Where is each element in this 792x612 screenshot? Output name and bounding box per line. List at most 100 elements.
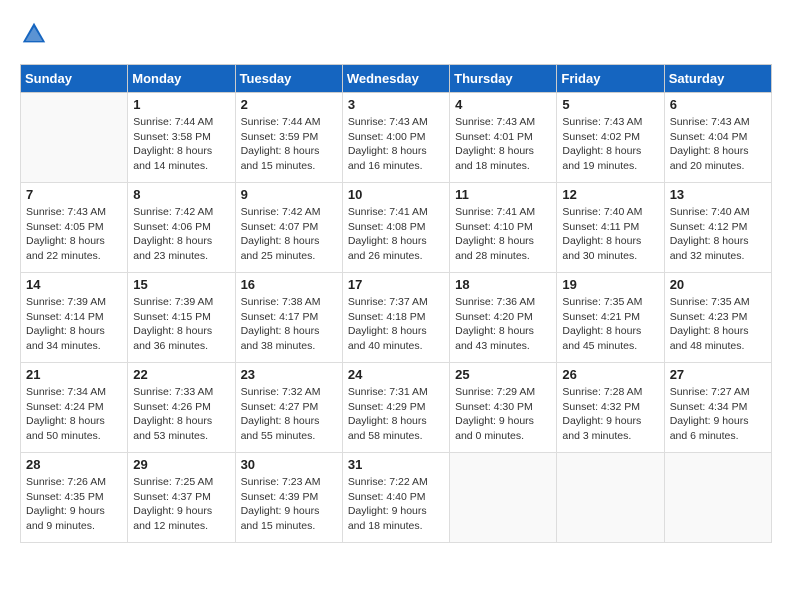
day-number: 4	[455, 97, 551, 112]
day-info: Sunrise: 7:43 AMSunset: 4:02 PMDaylight:…	[562, 115, 658, 174]
day-info: Sunrise: 7:44 AMSunset: 3:58 PMDaylight:…	[133, 115, 229, 174]
day-info: Sunrise: 7:25 AMSunset: 4:37 PMDaylight:…	[133, 475, 229, 534]
day-number: 15	[133, 277, 229, 292]
calendar-cell: 24 Sunrise: 7:31 AMSunset: 4:29 PMDayligh…	[342, 363, 449, 453]
calendar-table: SundayMondayTuesdayWednesdayThursdayFrid…	[20, 64, 772, 543]
calendar-header-row: SundayMondayTuesdayWednesdayThursdayFrid…	[21, 65, 772, 93]
calendar-cell: 12 Sunrise: 7:40 AMSunset: 4:11 PMDayligh…	[557, 183, 664, 273]
day-info: Sunrise: 7:26 AMSunset: 4:35 PMDaylight:…	[26, 475, 122, 534]
day-number: 17	[348, 277, 444, 292]
day-info: Sunrise: 7:39 AMSunset: 4:14 PMDaylight:…	[26, 295, 122, 354]
day-number: 24	[348, 367, 444, 382]
day-info: Sunrise: 7:32 AMSunset: 4:27 PMDaylight:…	[241, 385, 337, 444]
calendar-cell: 30 Sunrise: 7:23 AMSunset: 4:39 PMDayligh…	[235, 453, 342, 543]
day-number: 8	[133, 187, 229, 202]
day-number: 5	[562, 97, 658, 112]
calendar-cell: 9Sunrise: 7:42 AMSunset: 4:07 PMDaylight…	[235, 183, 342, 273]
day-number: 28	[26, 457, 122, 472]
day-number: 7	[26, 187, 122, 202]
calendar-cell: 2Sunrise: 7:44 AMSunset: 3:59 PMDaylight…	[235, 93, 342, 183]
calendar-cell: 31 Sunrise: 7:22 AMSunset: 4:40 PMDayligh…	[342, 453, 449, 543]
calendar-cell: 28 Sunrise: 7:26 AMSunset: 4:35 PMDayligh…	[21, 453, 128, 543]
calendar-cell: 21 Sunrise: 7:34 AMSunset: 4:24 PMDayligh…	[21, 363, 128, 453]
calendar-cell: 5 Sunrise: 7:43 AMSunset: 4:02 PMDaylight…	[557, 93, 664, 183]
calendar-cell: 4Sunrise: 7:43 AMSunset: 4:01 PMDaylight…	[450, 93, 557, 183]
day-number: 11	[455, 187, 551, 202]
day-info: Sunrise: 7:42 AMSunset: 4:06 PMDaylight:…	[133, 205, 229, 264]
day-number: 18	[455, 277, 551, 292]
calendar-cell: 23 Sunrise: 7:32 AMSunset: 4:27 PMDayligh…	[235, 363, 342, 453]
day-info: Sunrise: 7:38 AMSunset: 4:17 PMDaylight:…	[241, 295, 337, 354]
calendar-cell: 16 Sunrise: 7:38 AMSunset: 4:17 PMDayligh…	[235, 273, 342, 363]
day-info: Sunrise: 7:43 AMSunset: 4:04 PMDaylight:…	[670, 115, 766, 174]
calendar-cell	[664, 453, 771, 543]
calendar-day-header: Thursday	[450, 65, 557, 93]
day-info: Sunrise: 7:43 AMSunset: 4:05 PMDaylight:…	[26, 205, 122, 264]
calendar-cell: 14 Sunrise: 7:39 AMSunset: 4:14 PMDayligh…	[21, 273, 128, 363]
day-number: 31	[348, 457, 444, 472]
calendar-cell	[557, 453, 664, 543]
day-number: 3	[348, 97, 444, 112]
calendar-cell: 13Sunrise: 7:40 AMSunset: 4:12 PMDayligh…	[664, 183, 771, 273]
calendar-cell: 7 Sunrise: 7:43 AMSunset: 4:05 PMDaylight…	[21, 183, 128, 273]
day-info: Sunrise: 7:36 AMSunset: 4:20 PMDaylight:…	[455, 295, 551, 354]
calendar-cell: 6 Sunrise: 7:43 AMSunset: 4:04 PMDaylight…	[664, 93, 771, 183]
day-info: Sunrise: 7:34 AMSunset: 4:24 PMDaylight:…	[26, 385, 122, 444]
calendar-week-row: 7 Sunrise: 7:43 AMSunset: 4:05 PMDaylight…	[21, 183, 772, 273]
calendar-cell: 29Sunrise: 7:25 AMSunset: 4:37 PMDayligh…	[128, 453, 235, 543]
calendar-week-row: 28 Sunrise: 7:26 AMSunset: 4:35 PMDayligh…	[21, 453, 772, 543]
day-info: Sunrise: 7:33 AMSunset: 4:26 PMDaylight:…	[133, 385, 229, 444]
day-info: Sunrise: 7:28 AMSunset: 4:32 PMDaylight:…	[562, 385, 658, 444]
calendar-cell: 22 Sunrise: 7:33 AMSunset: 4:26 PMDayligh…	[128, 363, 235, 453]
day-number: 27	[670, 367, 766, 382]
day-info: Sunrise: 7:31 AMSunset: 4:29 PMDaylight:…	[348, 385, 444, 444]
day-number: 12	[562, 187, 658, 202]
day-number: 16	[241, 277, 337, 292]
calendar-cell: 3 Sunrise: 7:43 AMSunset: 4:00 PMDaylight…	[342, 93, 449, 183]
day-number: 6	[670, 97, 766, 112]
calendar-cell: 10 Sunrise: 7:41 AMSunset: 4:08 PMDayligh…	[342, 183, 449, 273]
day-info: Sunrise: 7:40 AMSunset: 4:11 PMDaylight:…	[562, 205, 658, 264]
calendar-cell: 17 Sunrise: 7:37 AMSunset: 4:18 PMDayligh…	[342, 273, 449, 363]
day-info: Sunrise: 7:43 AMSunset: 4:00 PMDaylight:…	[348, 115, 444, 174]
calendar-day-header: Saturday	[664, 65, 771, 93]
day-info: Sunrise: 7:41 AMSunset: 4:08 PMDaylight:…	[348, 205, 444, 264]
page-header	[20, 20, 772, 48]
day-info: Sunrise: 7:35 AMSunset: 4:23 PMDaylight:…	[670, 295, 766, 354]
day-number: 19	[562, 277, 658, 292]
day-number: 14	[26, 277, 122, 292]
calendar-body: 1 Sunrise: 7:44 AMSunset: 3:58 PMDaylight…	[21, 93, 772, 543]
calendar-cell: 27 Sunrise: 7:27 AMSunset: 4:34 PMDayligh…	[664, 363, 771, 453]
calendar-cell: 18 Sunrise: 7:36 AMSunset: 4:20 PMDayligh…	[450, 273, 557, 363]
calendar-day-header: Wednesday	[342, 65, 449, 93]
day-info: Sunrise: 7:23 AMSunset: 4:39 PMDaylight:…	[241, 475, 337, 534]
calendar-cell: 19 Sunrise: 7:35 AMSunset: 4:21 PMDayligh…	[557, 273, 664, 363]
day-number: 22	[133, 367, 229, 382]
calendar-week-row: 14 Sunrise: 7:39 AMSunset: 4:14 PMDayligh…	[21, 273, 772, 363]
day-info: Sunrise: 7:40 AMSunset: 4:12 PMDaylight:…	[670, 205, 766, 264]
calendar-day-header: Friday	[557, 65, 664, 93]
day-number: 26	[562, 367, 658, 382]
calendar-cell: 20 Sunrise: 7:35 AMSunset: 4:23 PMDayligh…	[664, 273, 771, 363]
day-number: 21	[26, 367, 122, 382]
calendar-day-header: Sunday	[21, 65, 128, 93]
day-info: Sunrise: 7:42 AMSunset: 4:07 PMDaylight:…	[241, 205, 337, 264]
day-number: 23	[241, 367, 337, 382]
day-number: 10	[348, 187, 444, 202]
day-info: Sunrise: 7:39 AMSunset: 4:15 PMDaylight:…	[133, 295, 229, 354]
day-number: 30	[241, 457, 337, 472]
day-number: 20	[670, 277, 766, 292]
day-number: 1	[133, 97, 229, 112]
day-info: Sunrise: 7:27 AMSunset: 4:34 PMDaylight:…	[670, 385, 766, 444]
calendar-cell	[21, 93, 128, 183]
day-info: Sunrise: 7:37 AMSunset: 4:18 PMDaylight:…	[348, 295, 444, 354]
calendar-day-header: Monday	[128, 65, 235, 93]
day-info: Sunrise: 7:22 AMSunset: 4:40 PMDaylight:…	[348, 475, 444, 534]
calendar-day-header: Tuesday	[235, 65, 342, 93]
calendar-cell: 1 Sunrise: 7:44 AMSunset: 3:58 PMDaylight…	[128, 93, 235, 183]
day-info: Sunrise: 7:41 AMSunset: 4:10 PMDaylight:…	[455, 205, 551, 264]
day-number: 25	[455, 367, 551, 382]
day-info: Sunrise: 7:35 AMSunset: 4:21 PMDaylight:…	[562, 295, 658, 354]
calendar-cell: 25Sunrise: 7:29 AMSunset: 4:30 PMDayligh…	[450, 363, 557, 453]
calendar-cell	[450, 453, 557, 543]
